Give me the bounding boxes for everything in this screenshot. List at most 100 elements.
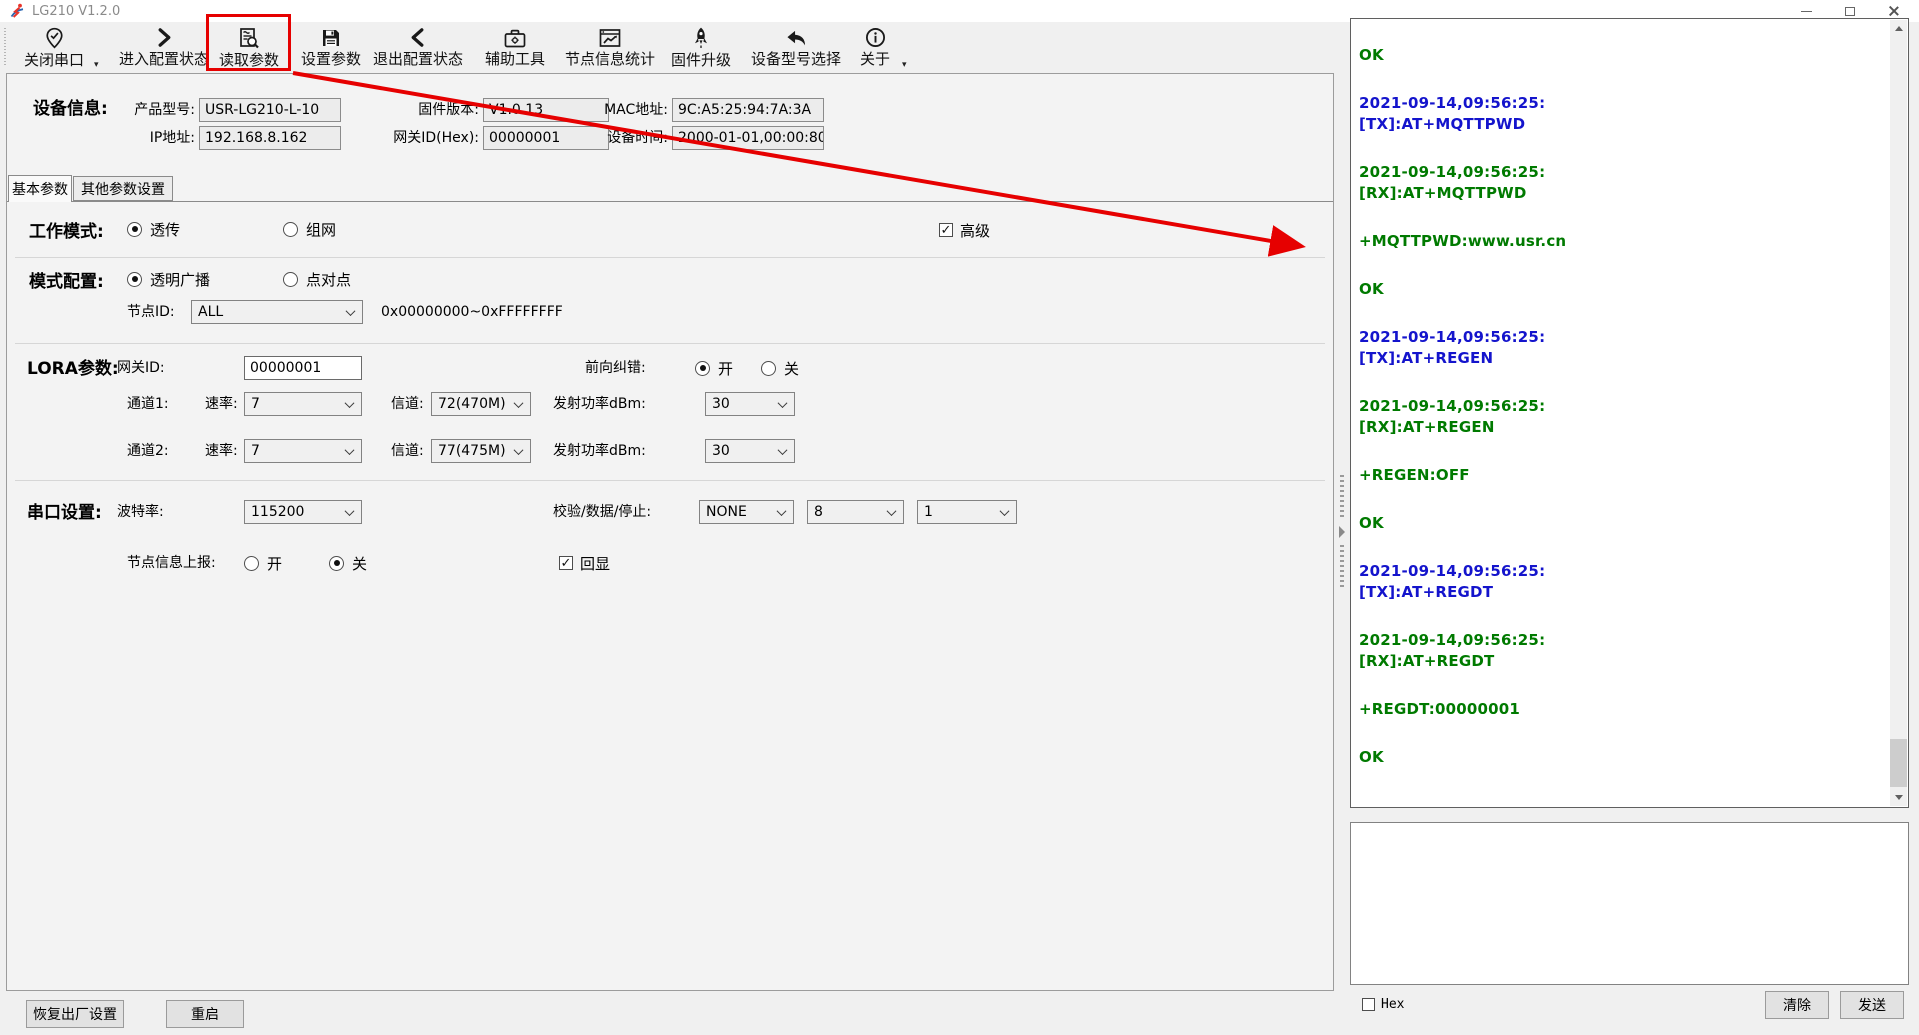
scroll-up-button[interactable] [1890,20,1907,37]
lora-gateway-id-label: 网关ID: [117,356,165,380]
toolbar-close-serial-button[interactable]: 关闭串口 [20,27,88,69]
chevron-down-icon [514,398,524,408]
log-line: OK [1359,513,1886,534]
channel1-freq-select[interactable]: 72(470M) [431,392,531,416]
send-input[interactable] [1350,822,1909,985]
log-line: +MQTTPWD:www.usr.cn [1359,231,1886,252]
parity-select[interactable]: NONE [699,500,794,524]
factory-reset-button[interactable]: 恢复出厂设置 [26,1000,124,1028]
hex-label: Hex [1381,997,1404,1012]
back-arrow-icon [785,27,807,48]
log-entry: OK [1359,513,1886,534]
radio-dot-icon [127,222,142,237]
toolbar-node-stats-button[interactable]: 节点信息统计 [564,27,656,69]
toolbar-label: 设置参数 [301,48,361,69]
radio-dot-icon [283,272,298,287]
select-value: 7 [251,396,260,412]
toolbar-label: 固件升级 [671,49,731,70]
dropdown-caret-icon[interactable]: ▾ [902,60,907,70]
channel1-power-select[interactable]: 30 [705,392,795,416]
app-window: LG210 V1.2.0 关闭串口 ▾ 进入配置状态 [0,0,1919,1035]
radio-dot-icon [283,222,298,237]
radio-transparent-mode[interactable]: 透传 [127,220,180,238]
splitter-dots [1340,475,1344,519]
select-value: 72(470M) [438,396,506,412]
toolbar: 关闭串口 ▾ 进入配置状态 读取参数 [0,22,1336,71]
section-divider [15,257,1325,258]
radio-dot-icon [695,361,710,376]
select-value: 30 [712,443,730,459]
clear-button[interactable]: 清除 [1765,991,1829,1019]
mac-address-field[interactable]: 9C:A5:25:94:7A:3A [672,98,824,122]
toolbar-label: 节点信息统计 [565,48,655,69]
toolbar-aux-tools-button[interactable]: 辅助工具 [484,27,546,69]
databits-select[interactable]: 8 [807,500,904,524]
toolbox-icon [504,27,526,48]
radio-point-to-point[interactable]: 点对点 [283,270,351,288]
radio-fec-off[interactable]: 关 [761,359,799,377]
channel2-power-select[interactable]: 30 [705,439,795,463]
hex-checkbox[interactable] [1362,998,1375,1011]
lora-gateway-id-input[interactable]: 00000001 [244,356,362,380]
channel2-rate-select[interactable]: 7 [244,439,362,463]
info-icon [865,27,886,48]
toolbar-exit-config-button[interactable]: 退出配置状态 [372,27,464,69]
tab-content-border [7,201,1333,202]
radio-node-report-off[interactable]: 关 [329,554,367,572]
toolbar-gripper[interactable] [4,28,6,65]
hex-option[interactable]: Hex [1362,997,1404,1012]
log-entry: +REGEN:OFF [1359,465,1886,486]
toolbar-firmware-upgrade-button[interactable]: 固件升级 [670,27,732,69]
radio-transparent-broadcast[interactable]: 透明广播 [127,270,210,288]
log-entry: +REGDT:00000001 [1359,699,1886,720]
radio-label: 关 [784,358,799,379]
toolbar-label: 退出配置状态 [373,48,463,69]
device-time-label: 设备时间: [577,126,668,150]
select-value: 77(475M) [438,443,506,459]
radio-node-report-on[interactable]: 开 [244,554,282,572]
tab-other-params[interactable]: 其他参数设置 [73,176,173,201]
radio-network-mode[interactable]: 组网 [283,220,336,238]
send-button[interactable]: 发送 [1840,991,1904,1019]
toolbar-set-params-button[interactable]: 设置参数 [300,27,362,69]
restart-button[interactable]: 重启 [166,1000,244,1028]
panel-splitter[interactable] [1336,73,1348,991]
firmware-version-label: 固件版本: [389,98,479,122]
echo-checkbox[interactable]: 回显 [559,554,610,572]
tab-basic-params[interactable]: 基本参数 [8,175,72,202]
chevron-down-icon [887,506,897,516]
scrollbar-thumb[interactable] [1890,739,1907,787]
work-mode-section-label: 工作模式: [29,217,104,242]
toolbar-enter-config-button[interactable]: 进入配置状态 [118,27,210,69]
select-value: 7 [251,443,260,459]
log-content[interactable]: OK 2021-09-14,09:56:25:[TX]:AT+MQTTPWD 2… [1352,20,1890,806]
log-scrollbar[interactable] [1890,20,1907,806]
fec-label: 前向纠错: [585,356,646,380]
toolbar-about-button[interactable]: 关于 [858,27,892,69]
channel1-rate-select[interactable]: 7 [244,392,362,416]
channel2-freq-select[interactable]: 77(475M) [431,439,531,463]
toolbar-device-model-button[interactable]: 设备型号选择 [750,27,842,69]
device-time-field[interactable]: 2000-01-01,00:00:80 [672,126,824,150]
baud-select[interactable]: 115200 [244,500,362,524]
log-entry: OK [1359,45,1886,66]
scroll-up-icon [1895,26,1903,31]
chevron-down-icon [778,398,788,408]
scroll-down-button[interactable] [1890,789,1907,806]
dropdown-caret-icon[interactable]: ▾ [94,60,99,70]
baud-label: 波特率: [117,500,164,524]
ip-address-field[interactable]: 192.168.8.162 [199,126,341,150]
node-id-select[interactable]: ALL [191,300,363,324]
advanced-checkbox[interactable]: 高级 [939,221,990,239]
radio-fec-on[interactable]: 开 [695,359,733,377]
gateway-id-hex-label: 网关ID(Hex): [361,126,479,150]
ip-address-label: IP地址: [97,126,195,150]
channel1-label: 通道1: [127,392,169,416]
log-entry: OK [1359,279,1886,300]
toolbar-read-params-button[interactable]: 读取参数 [218,27,280,69]
radio-dot-icon [329,556,344,571]
stopbits-select[interactable]: 1 [917,500,1017,524]
product-model-field[interactable]: USR-LG210-L-10 [199,98,341,122]
select-value: NONE [706,504,747,520]
scroll-down-icon [1895,795,1903,800]
